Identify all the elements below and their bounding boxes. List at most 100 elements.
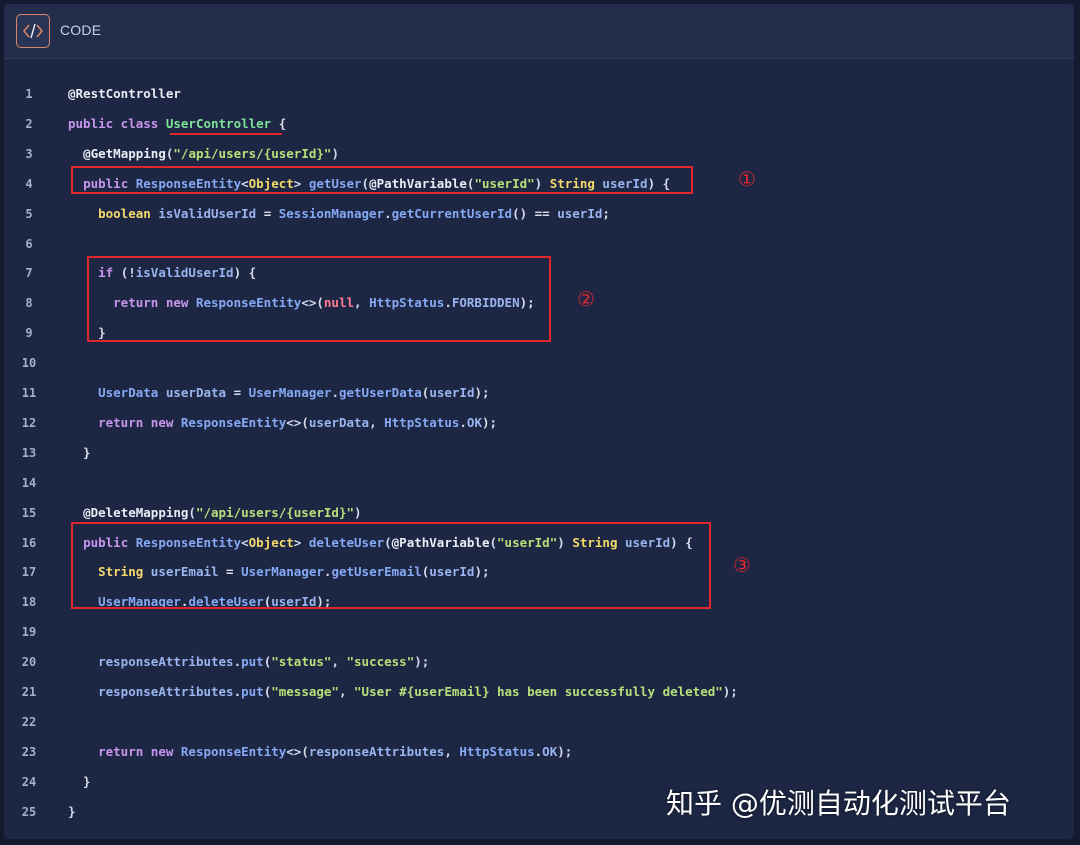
code-token: ( (188, 504, 196, 520)
line-number: 2 (25, 116, 33, 131)
code-token: () == (512, 205, 558, 221)
code-token: , (338, 684, 355, 699)
line-number: 14 (21, 475, 37, 490)
code-line: 10 (4, 351, 1064, 375)
code-token: responseAttributes (98, 654, 234, 670)
code-line: 20 responseAttributes.put("status", "suc… (4, 650, 1064, 674)
line-number: 20 (21, 655, 37, 670)
code-text: } (68, 441, 91, 465)
code-text: @DeleteMapping("/api/users/{userId}") (68, 501, 362, 525)
code-panel-header: CODE (4, 4, 1074, 59)
marker-2: ② (577, 287, 595, 311)
code-token: . (233, 684, 242, 699)
code-token: "message" (271, 684, 339, 699)
code-text: responseAttributes.put("status", "succes… (68, 650, 429, 674)
code-token: ) (354, 504, 362, 520)
line-number: 19 (21, 625, 37, 640)
code-token: userData (308, 414, 370, 430)
code-line: 6 (4, 232, 1064, 256)
line-number: 7 (25, 266, 33, 281)
code-token: . (233, 654, 242, 670)
code-token: OK (466, 414, 482, 430)
code-token: userId (557, 205, 603, 221)
class-name-underline (170, 133, 282, 135)
code-token: responseAttributes (308, 743, 445, 759)
code-line: 1 @RestController (4, 82, 1064, 106)
code-line: 11 UserData userData = UserManager.getUs… (4, 381, 1064, 405)
line-number: 12 (21, 415, 37, 430)
code-token: UserController (165, 115, 272, 131)
code-token: } (68, 444, 91, 460)
code-token: SessionManager (278, 205, 385, 221)
code-line: 22 (4, 710, 1064, 734)
code-token: "/api/users/{userId}" (195, 504, 354, 520)
code-line: 3 @GetMapping("/api/users/{userId}") (4, 142, 1064, 166)
code-token: HttpStatus (459, 743, 535, 759)
line-number: 17 (21, 565, 37, 580)
line-number: 5 (25, 206, 33, 221)
code-token: @RestController (68, 86, 181, 101)
line-number: 25 (21, 804, 37, 819)
watermark: 知乎 @优测自动化测试平台 (666, 787, 1011, 820)
line-number: 6 (25, 236, 33, 251)
code-token: OK (542, 743, 558, 759)
code-token: put (241, 654, 264, 670)
line-number: 8 (25, 296, 33, 311)
code-line: 5 boolean isValidUserId = SessionManager… (4, 202, 1064, 226)
code-text: responseAttributes.put("message", "User … (68, 680, 738, 704)
code-token: ); (481, 414, 498, 430)
code-token: ; (602, 205, 610, 221)
code-token: ); (414, 654, 430, 670)
code-token: . (459, 414, 467, 430)
marker-1: ① (738, 167, 756, 191)
code-text: } (68, 800, 76, 824)
code-token: put (241, 684, 264, 699)
code-token: userData (165, 385, 227, 400)
panel-title: CODE (60, 22, 102, 38)
highlight-box-1 (71, 166, 693, 194)
code-icon (16, 14, 50, 48)
code-token: . (384, 205, 392, 221)
code-token: <>( (286, 743, 309, 759)
line-number: 16 (21, 535, 37, 550)
code-token: getCurrentUserId (391, 205, 513, 221)
code-token: = (226, 385, 249, 400)
code-token: UserData (98, 385, 159, 400)
code-line: 12 return new ResponseEntity<>(userData,… (4, 411, 1064, 435)
highlight-box-3 (71, 522, 711, 609)
code-token: public class (68, 115, 166, 131)
code-line: 19 (4, 620, 1064, 644)
code-token: "/api/users/{userId}" (173, 145, 332, 161)
code-line: 2 public class UserController { (4, 112, 1064, 136)
code-token: ); (474, 385, 490, 400)
code-token: return new (98, 743, 181, 759)
line-number: 1 (25, 87, 33, 101)
code-token: ); (722, 684, 738, 699)
code-token: { (271, 115, 287, 131)
line-number: 18 (21, 595, 37, 610)
code-text: } (68, 770, 91, 794)
line-number: 24 (21, 774, 37, 789)
code-token: . (331, 385, 339, 400)
code-token: UserManager (248, 385, 332, 400)
code-token: "User #{userEmail} has been successfully… (354, 684, 723, 699)
line-number: 13 (21, 445, 37, 460)
code-line: 15 @DeleteMapping("/api/users/{userId}") (4, 501, 1064, 525)
code-token: ) (331, 145, 339, 161)
highlight-box-2 (87, 256, 551, 342)
code-token: @DeleteMapping (83, 504, 189, 520)
line-number: 11 (21, 386, 37, 400)
code-token: boolean (98, 205, 151, 221)
code-panel: CODE 1 @RestController 2 public class UserC… (4, 4, 1074, 839)
code-line: 21 responseAttributes.put("message", "Us… (4, 680, 1064, 704)
marker-3: ③ (733, 553, 751, 577)
code-token: HttpStatus (384, 414, 460, 430)
code-token: , (331, 654, 347, 670)
